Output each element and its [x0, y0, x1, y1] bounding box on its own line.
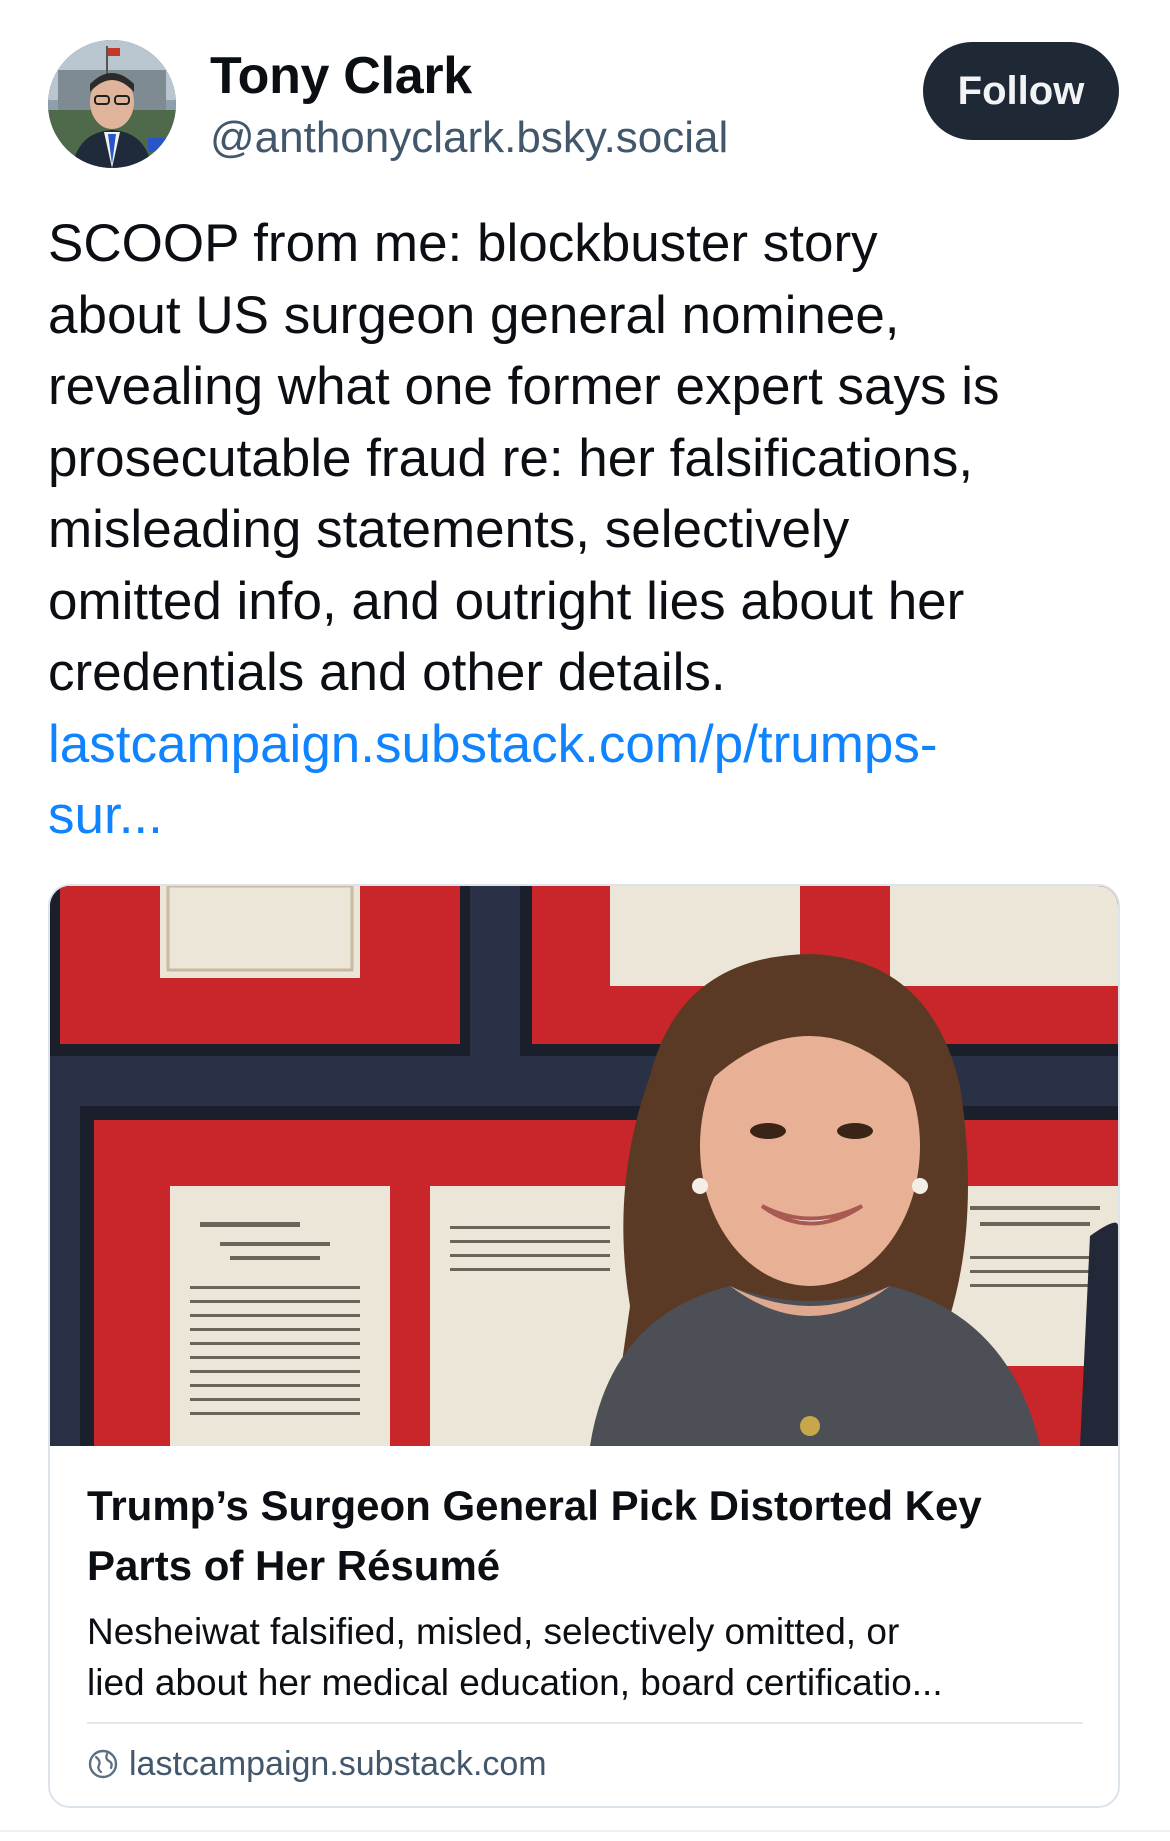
author-name[interactable]: Tony Clark	[210, 44, 472, 108]
follow-button[interactable]: Follow	[923, 42, 1119, 140]
embed-description-line: Nesheiwat falsified, misled, selectively…	[87, 1611, 900, 1652]
embed-divider	[87, 1722, 1083, 1724]
link-embed-card[interactable]: Trump’s Surgeon General Pick Distorted K…	[48, 884, 1120, 1808]
post-link-continued[interactable]: sur...	[48, 780, 1128, 852]
article-photo-icon	[50, 886, 1118, 1446]
post-text-line: misleading statements, selectively	[48, 500, 850, 559]
post-text-line: credentials and other details.	[48, 643, 726, 702]
globe-icon	[88, 1749, 118, 1779]
post: Tony Clark @anthonyclark.bsky.social Fol…	[0, 0, 1170, 1841]
embed-domain: lastcampaign.substack.com	[129, 1744, 547, 1783]
author-handle[interactable]: @anthonyclark.bsky.social	[210, 110, 728, 166]
post-divider	[0, 1830, 1170, 1832]
post-link[interactable]: lastcampaign.substack.com/p/trumps-	[48, 709, 1128, 781]
embed-domain-row: lastcampaign.substack.com	[87, 1736, 547, 1792]
embed-description: Nesheiwat falsified, misled, selectively…	[87, 1606, 1087, 1708]
avatar-photo-icon	[48, 40, 176, 168]
embed-description-line: lied about her medical education, board …	[87, 1662, 943, 1703]
post-text-line: SCOOP from me: blockbuster story	[48, 214, 878, 273]
embed-title: Trump’s Surgeon General Pick Distorted K…	[87, 1482, 982, 1589]
post-text-line: prosecutable fraud re: her falsification…	[48, 428, 974, 488]
post-text-line: about US surgeon general nominee,	[48, 285, 900, 345]
post-text-line: revealing what one former expert says is	[48, 357, 1000, 416]
post-text: SCOOP from me: blockbuster story about U…	[48, 208, 1128, 852]
post-text-line: omitted info, and outright lies about he…	[48, 571, 965, 631]
avatar[interactable]	[48, 40, 176, 168]
